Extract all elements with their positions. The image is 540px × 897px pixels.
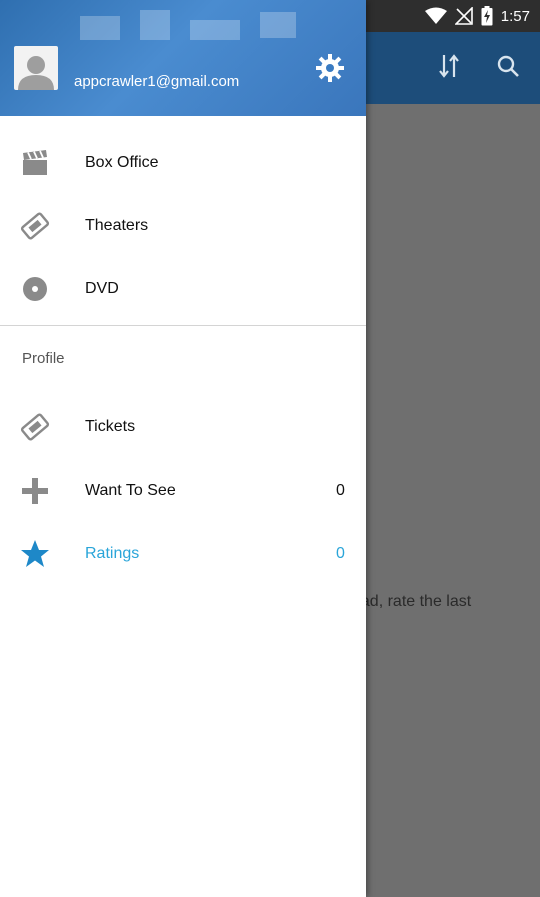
want-to-see-count: 0 [336, 482, 345, 499]
section-header-profile: Profile [22, 350, 65, 367]
wifi-icon [424, 7, 447, 25]
nav-item-theaters[interactable]: Theaters [0, 197, 366, 253]
avatar[interactable] [14, 46, 58, 90]
settings-button[interactable] [312, 50, 348, 86]
plus-icon [18, 474, 52, 508]
clock: 1:57 [500, 7, 530, 25]
gear-icon [316, 54, 344, 82]
nav-item-label: Box Office [85, 154, 159, 171]
ticket-icon [18, 209, 52, 243]
nav-item-want-to-see[interactable]: Want To See 0 [0, 462, 366, 518]
nav-item-label: Want To See [85, 482, 176, 499]
nav-item-ratings[interactable]: Ratings 0 [0, 525, 366, 581]
star-icon [18, 537, 52, 571]
nav-item-label: Tickets [85, 418, 136, 435]
nav-item-label: Ratings [85, 545, 140, 562]
ticket-icon [18, 410, 52, 444]
sort-icon[interactable] [431, 48, 467, 84]
battery-charging-icon [481, 6, 493, 26]
nav-item-tickets[interactable]: Tickets [0, 398, 366, 454]
user-email: appcrawler1@gmail.com [74, 73, 240, 90]
status-icons: 1:57 [424, 4, 530, 28]
nav-item-box-office[interactable]: Box Office [0, 134, 366, 190]
nav-item-dvd[interactable]: DVD [0, 260, 366, 316]
drawer-header: appcrawler1@gmail.com [0, 0, 366, 116]
nav-item-label: DVD [85, 280, 119, 297]
drawer-divider [0, 325, 366, 326]
nav-item-label: Theaters [85, 217, 149, 234]
header-pattern [80, 10, 296, 40]
ratings-count: 0 [336, 545, 345, 562]
person-icon [18, 56, 54, 90]
no-signal-icon [454, 7, 473, 25]
clapperboard-icon [18, 146, 52, 180]
background-hint-text: ead, rate the last [352, 593, 472, 610]
search-icon[interactable] [490, 48, 526, 84]
navigation-drawer: appcrawler1@gmail.com Box Office Theater… [0, 0, 366, 897]
disc-icon [18, 272, 52, 306]
